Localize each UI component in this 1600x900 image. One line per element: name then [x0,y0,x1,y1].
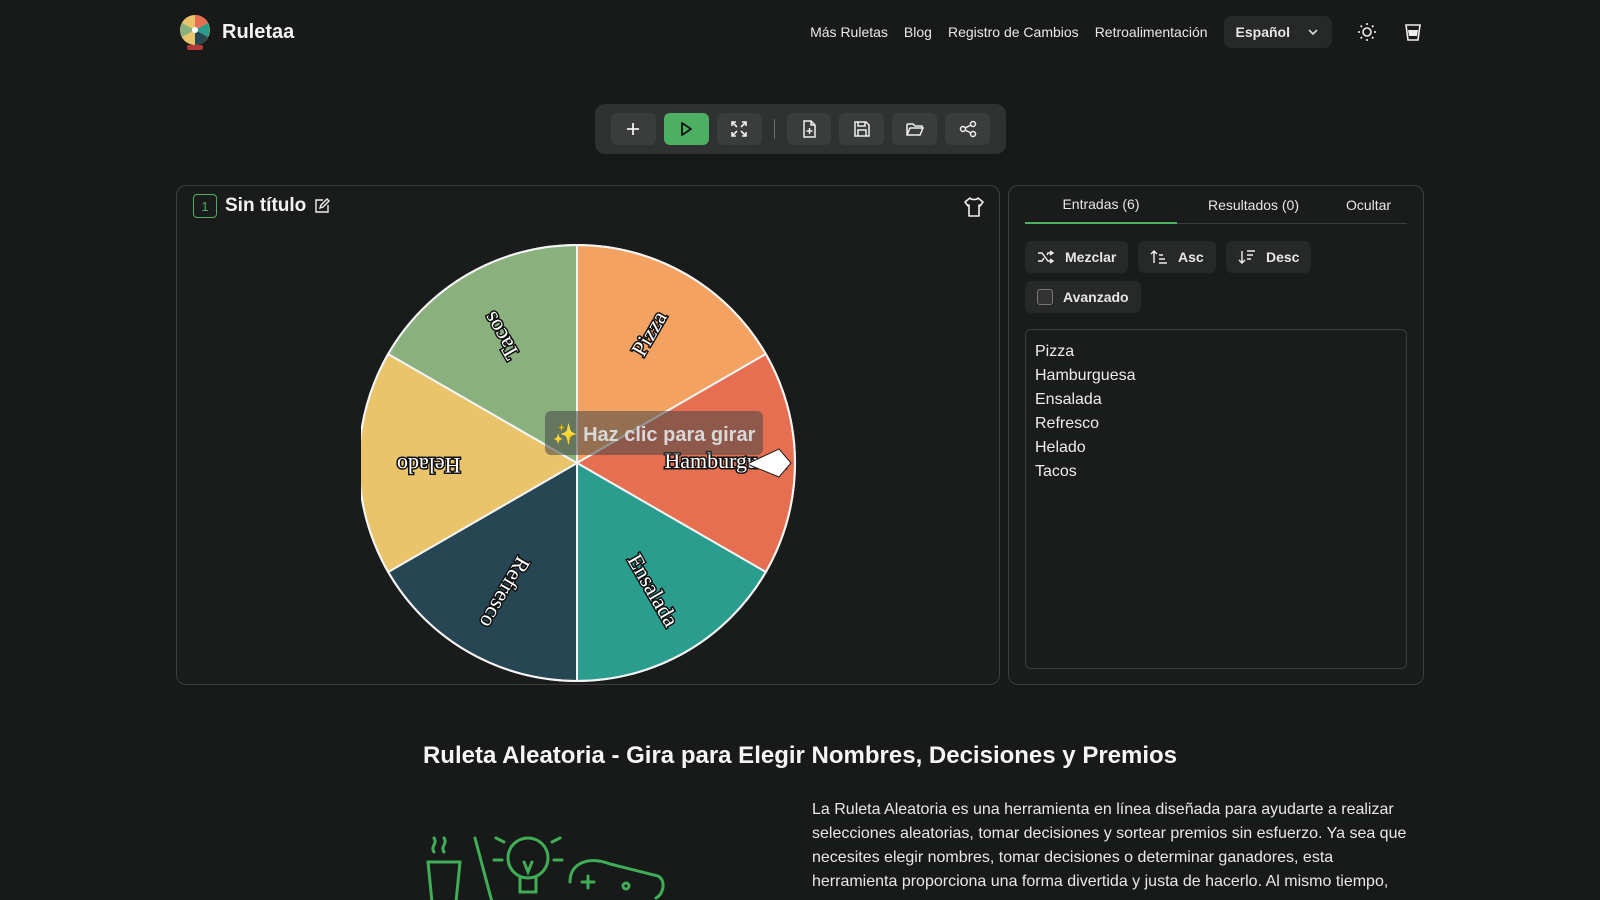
nav-changelog[interactable]: Registro de Cambios [948,24,1079,40]
shuffle-label: Mezclar [1065,249,1117,265]
entries-textarea[interactable]: Pizza Hamburguesa Ensalada Refresco Hela… [1025,329,1407,669]
toolbar-divider [773,119,775,139]
coffee-cup-icon [426,860,462,900]
article-title: Ruleta Aleatoria - Gira para Elegir Nomb… [422,742,1178,769]
add-wheel-button[interactable] [611,113,656,145]
entry-line: Pizza [1035,343,1075,360]
entries-panel: Entradas (6) Resultados (0) Ocultar Mezc… [1008,185,1424,685]
fullscreen-icon [731,121,747,137]
spin-button[interactable] [663,113,709,145]
language-select[interactable]: Español [1223,16,1332,48]
language-label: Español [1235,24,1290,40]
sort-desc-button[interactable]: Desc [1226,241,1312,273]
sort-asc-button[interactable]: Asc [1138,241,1216,273]
gamepad-icon [568,859,665,900]
entry-line: Helado [1035,439,1086,456]
play-icon [681,122,693,136]
nav-feedback[interactable]: Retroalimentación [1095,24,1208,40]
shuffle-button[interactable]: Mezclar [1025,241,1129,273]
save-button[interactable] [839,113,885,145]
wheel-title: Sin título [225,195,307,216]
sort-desc-label: Desc [1266,249,1300,265]
sort-asc-icon [1150,250,1167,264]
sort-asc-label: Asc [1178,249,1204,265]
entry-line: Refresco [1035,415,1100,432]
wheel-header: 1 Sin título [193,194,331,218]
entry-line: Ensalada [1035,391,1102,408]
spin-cta-text: ✨ Haz clic para girar [553,423,756,446]
add-icon [627,123,640,135]
advanced-checkbox[interactable] [1037,289,1053,305]
share-icon [959,120,976,138]
edit-pencil-icon[interactable] [314,198,331,214]
pencil-icon [473,836,494,900]
share-button[interactable] [945,113,990,145]
illustration-icons [426,836,665,900]
sort-desc-icon [1238,250,1255,264]
wheel-panel: 1 Sin título Pizza Hamburguesa Ensalada Ref… [176,185,1000,685]
entry-line: Tacos [1035,463,1077,480]
tab-hide[interactable]: Ocultar [1330,186,1407,224]
open-folder-icon [905,123,924,136]
tab-entries[interactable]: Entradas (6) [1025,186,1177,224]
chevron-down-icon [1308,29,1318,36]
wheel-toolbar [595,104,1006,154]
spin-wheel[interactable]: PizzaHamburguesaEnsaladaRefrescoHeladoTa… [361,236,821,686]
wheel-segment-label: Helado [397,453,461,478]
shirt-theme-icon[interactable] [963,196,985,218]
save-icon [854,121,870,137]
shuffle-icon [1038,250,1055,264]
nav-more-wheels[interactable]: Más Ruletas [810,24,888,40]
open-folder-button[interactable] [892,113,938,145]
fullscreen-button[interactable] [716,113,762,145]
article-paragraph: La Ruleta Aleatoria es una herramienta e… [812,801,1407,890]
nav-blog[interactable]: Blog [904,24,932,40]
logo-wheel-icon[interactable] [178,13,212,51]
panel-tabs: Entradas (6) Resultados (0) Ocultar [1025,186,1407,224]
spin-cta[interactable]: ✨ Haz clic para girar [545,411,763,455]
new-file-button[interactable] [786,113,832,145]
main-nav: Más Ruletas Blog Registro de Cambios Ret… [810,16,1424,48]
theme-toggle-sun-icon[interactable] [1356,21,1378,43]
entry-line: Hamburguesa [1035,367,1136,384]
cup-icon[interactable] [1402,21,1424,43]
wheel-number-badge: 1 [193,194,217,218]
top-header: Ruletaa Más Ruletas Blog Registro de Cam… [178,10,1424,54]
advanced-label: Avanzado [1063,289,1129,305]
advanced-toggle[interactable]: Avanzado [1025,281,1141,313]
brand-name[interactable]: Ruletaa [222,21,294,44]
tab-results[interactable]: Resultados (0) [1177,186,1330,224]
new-file-icon [803,120,816,138]
